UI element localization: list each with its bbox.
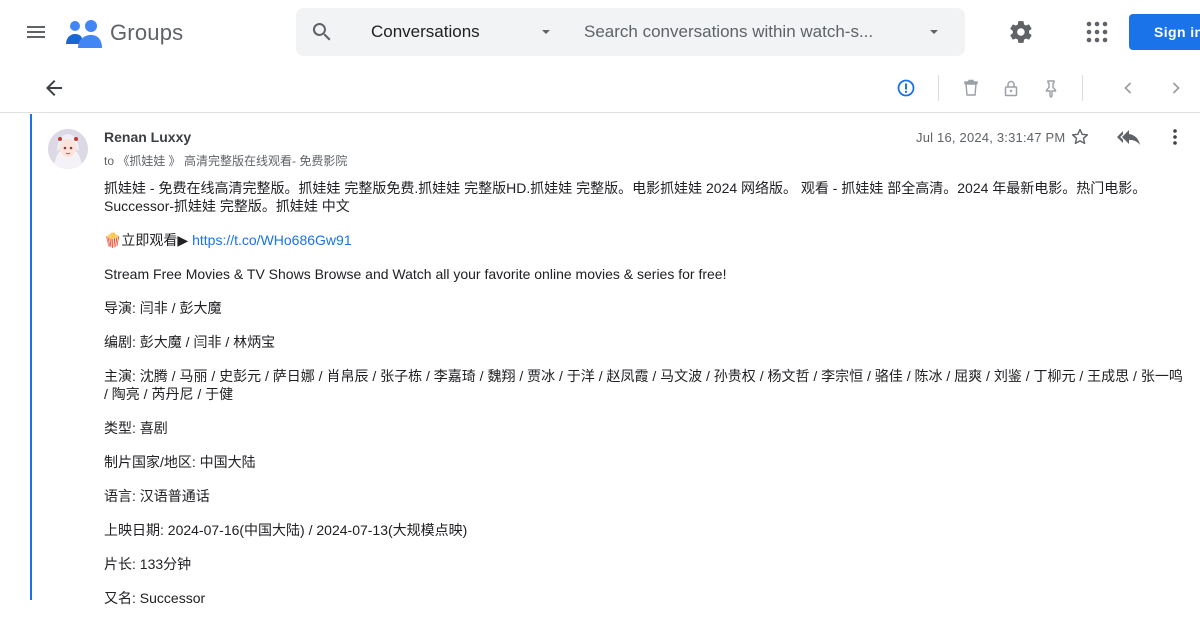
apps-grid-icon[interactable] — [1086, 21, 1108, 43]
watch-link[interactable]: https://t.co/WHo686Gw91 — [192, 232, 352, 248]
thread-indicator-bar — [30, 114, 32, 600]
search-scope-label: Conversations — [371, 22, 480, 41]
body-genre: 类型: 喜剧 — [104, 420, 168, 436]
groups-logo-icon — [66, 20, 102, 48]
search-icon[interactable] — [310, 20, 334, 44]
main-menu-button[interactable] — [16, 12, 56, 52]
sender-avatar-image — [48, 129, 88, 169]
delete-trash-icon[interactable] — [961, 78, 981, 98]
avatar[interactable] — [48, 129, 88, 169]
settings-gear-icon[interactable] — [1008, 19, 1034, 45]
sign-in-button[interactable]: Sign in — [1129, 14, 1200, 50]
message-recipients: to 《抓娃娃 》 高清完整版在线观看- 免费影院 — [104, 154, 348, 168]
body-director: 导演: 闫非 / 彭大魔 — [104, 300, 222, 316]
toolbar-divider — [938, 75, 939, 101]
groups-logo[interactable]: Groups — [66, 16, 183, 50]
star-icon[interactable] — [1070, 127, 1090, 147]
lock-icon[interactable] — [1001, 78, 1021, 98]
hamburger-menu-icon — [27, 26, 45, 38]
previous-chevron-icon[interactable] — [1118, 78, 1138, 98]
body-runtime: 片长: 133分钟 — [104, 556, 192, 572]
search-options-caret-icon[interactable] — [928, 26, 940, 38]
body-watch-line: 🍿立即观看▶ https://t.co/WHo686Gw91 — [104, 231, 1184, 249]
message-body: 抓娃娃 - 免费在线高清完整版。抓娃娃 完整版免费.抓娃娃 完整版HD.抓娃娃 … — [104, 179, 1184, 623]
top-bar: Groups Conversations Sign in — [0, 0, 1200, 64]
body-aka: 又名: Successor — [104, 590, 206, 606]
body-cast: 主演: 沈腾 / 马丽 / 史彭元 / 萨日娜 / 肖帛辰 / 张子栋 / 李嘉… — [104, 368, 1183, 402]
scope-caret-icon[interactable] — [540, 26, 552, 38]
message-timestamp: Jul 16, 2024, 3:31:47 PM — [916, 130, 1066, 145]
body-release: 上映日期: 2024-07-16(中国大陆) / 2024-07-13(大规模点… — [104, 522, 468, 538]
watch-prefix: 🍿立即观看▶ — [104, 232, 193, 248]
back-arrow-icon[interactable] — [42, 76, 66, 100]
pin-icon[interactable] — [1041, 78, 1061, 98]
next-chevron-icon[interactable] — [1166, 78, 1186, 98]
body-stream-text: Stream Free Movies & TV Shows Browse and… — [104, 266, 727, 282]
body-language: 语言: 汉语普通话 — [104, 488, 210, 504]
more-options-icon[interactable] — [1165, 127, 1185, 147]
search-bar: Conversations — [296, 8, 965, 56]
toolbar-divider — [1082, 75, 1083, 101]
body-intro: 抓娃娃 - 免费在线高清完整版。抓娃娃 完整版免费.抓娃娃 完整版HD.抓娃娃 … — [104, 180, 1147, 214]
report-info-icon[interactable] — [896, 78, 916, 98]
body-writer: 编剧: 彭大魔 / 闫非 / 林炳宝 — [104, 334, 276, 350]
sender-name[interactable]: Renan Luxxy — [104, 129, 191, 145]
reply-all-icon[interactable] — [1116, 127, 1140, 147]
app-name: Groups — [110, 20, 184, 45]
search-input[interactable] — [584, 17, 884, 47]
body-country: 制片国家/地区: 中国大陆 — [104, 454, 256, 470]
conversation-action-bar — [0, 64, 1200, 113]
